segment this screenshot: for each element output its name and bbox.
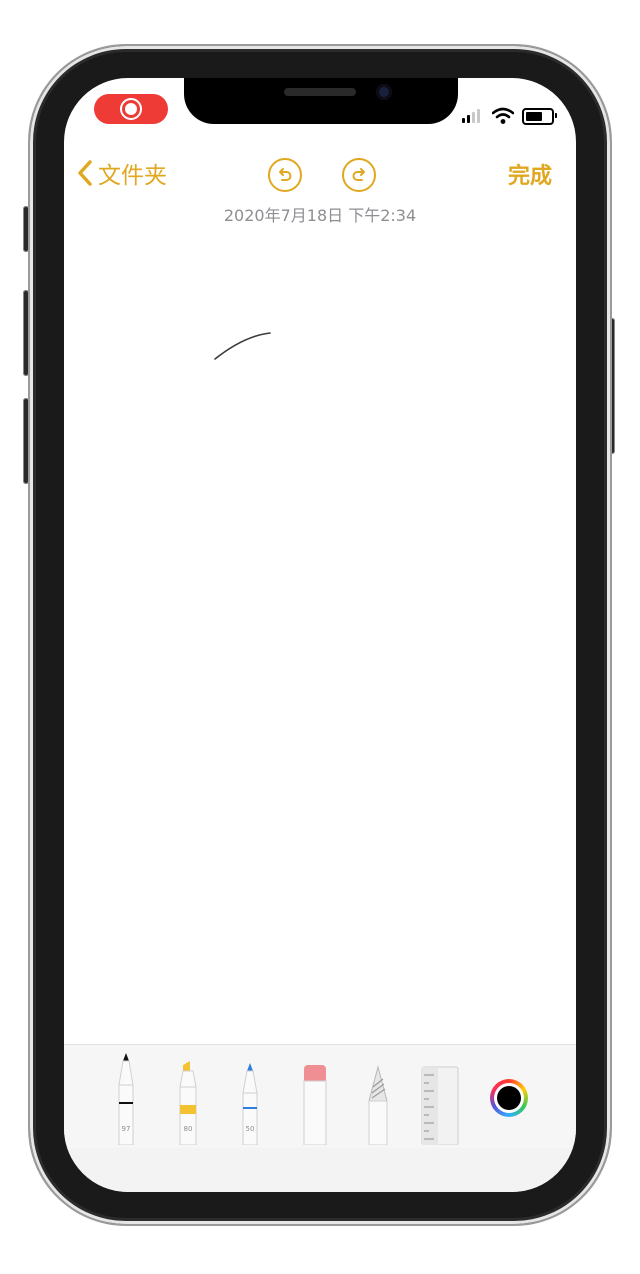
cellular-signal-icon [462, 109, 484, 123]
selected-color-swatch [497, 1086, 521, 1110]
volume-up-button [23, 290, 29, 376]
chevron-left-icon [78, 160, 92, 186]
volume-down-button [23, 398, 29, 484]
pen-tool[interactable]: 97 [112, 1051, 140, 1145]
undo-icon [279, 168, 292, 181]
notes-screen: 文件夹 完成 2020年7月18日 下午2:34 97 80 50 [64, 78, 576, 1192]
ruler-tool[interactable] [420, 1065, 460, 1145]
battery-icon [522, 107, 557, 125]
back-to-folders-button[interactable]: 文件夹 [76, 156, 167, 190]
lasso-icon [368, 1065, 388, 1145]
undo-button[interactable] [268, 158, 302, 192]
toolbar-bottom-strip [64, 1148, 576, 1192]
eraser-icon [303, 1065, 327, 1145]
note-timestamp: 2020年7月18日 下午2:34 [223, 206, 417, 225]
wifi-icon [492, 107, 514, 124]
pencil-tool[interactable]: 50 [236, 1061, 264, 1145]
drawing-canvas[interactable] [64, 228, 576, 1042]
redo-icon [352, 168, 365, 181]
ruler-icon [421, 1066, 459, 1145]
status-icons [462, 106, 557, 126]
mute-switch [23, 206, 29, 252]
lasso-tool[interactable] [364, 1065, 392, 1145]
earpiece-speaker [284, 88, 356, 96]
drawn-stroke [214, 332, 271, 360]
front-camera [376, 84, 392, 100]
notch [184, 78, 458, 124]
pen-width-label: 97 [121, 1125, 131, 1133]
color-picker-button[interactable] [490, 1079, 528, 1117]
eraser-tool[interactable] [302, 1063, 328, 1145]
drawing-tool-palette: 97 80 50 [64, 1044, 576, 1149]
back-label: 文件夹 [98, 163, 167, 189]
pencil-width-label: 50 [245, 1125, 255, 1133]
marker-tool[interactable]: 80 [174, 1061, 202, 1145]
marker-width-label: 80 [183, 1125, 193, 1133]
redo-button[interactable] [342, 158, 376, 192]
screen-recording-icon[interactable] [94, 94, 168, 124]
done-button[interactable]: 完成 [508, 158, 552, 190]
